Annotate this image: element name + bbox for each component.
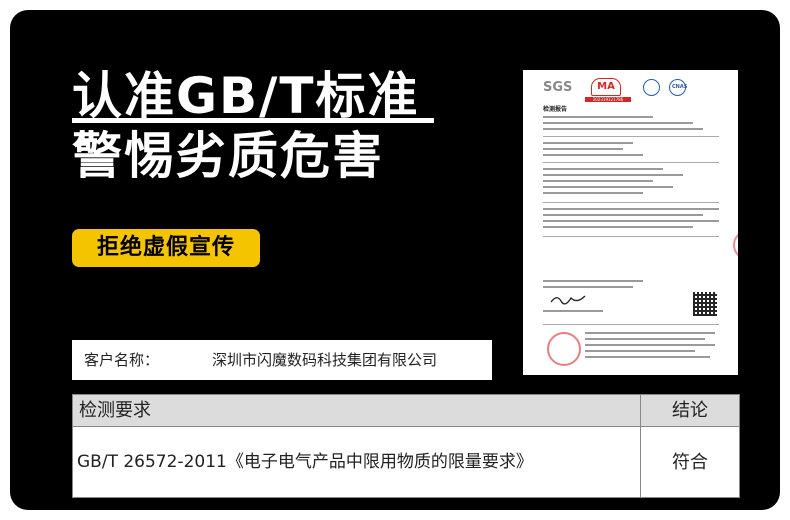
report-text-line: [585, 356, 710, 358]
headline-line-2: 警惕劣质危害: [72, 127, 384, 185]
report-text-line: [543, 142, 633, 144]
report-divider: [543, 324, 719, 325]
test-result-table: 检测要求 结论 GB/T 26572-2011《电子电气产品中限用物质的限量要求…: [72, 394, 740, 498]
report-text-line: [543, 180, 653, 182]
client-label: 客户名称：: [84, 351, 160, 369]
report-text-line: [543, 310, 603, 312]
headline-underline: [72, 118, 434, 123]
promo-card: 认准GB/T标准 警惕劣质危害 拒绝虚假宣传 客户名称： 深圳市闪魔数码科技集团…: [10, 10, 780, 510]
row-requirement: GB/T 26572-2011《电子电气产品中限用物质的限量要求》: [77, 452, 533, 472]
header-result: 结论: [672, 400, 708, 421]
report-text-line: [543, 154, 643, 156]
report-text-line: [543, 186, 673, 188]
ilac-logo-icon: [643, 79, 660, 96]
report-text-line: [543, 208, 719, 210]
report-divider: [543, 162, 719, 163]
report-text-line: [543, 214, 703, 216]
stamp-seal-icon: [547, 332, 581, 366]
qr-code-icon: [693, 292, 717, 316]
ma-number: 202319121786: [585, 97, 631, 102]
slogan-badge: 拒绝虚假宣传: [72, 229, 260, 267]
test-report-image: SGS MA 202319121786 CNAS 检测报告: [523, 70, 738, 375]
sgs-logo: SGS: [543, 80, 573, 95]
cnas-logo-text: CNAS: [672, 84, 688, 90]
report-divider: [543, 136, 719, 137]
report-divider: [543, 202, 719, 203]
report-divider: [543, 236, 719, 237]
report-text-line: [585, 338, 705, 340]
signature-icon: [550, 295, 586, 305]
certificate-logos: SGS MA 202319121786 CNAS: [543, 78, 723, 102]
report-text-line: [543, 286, 633, 288]
report-text-line: [543, 192, 643, 194]
report-text-line: [543, 116, 653, 118]
client-value: 深圳市闪魔数码科技集团有限公司: [212, 351, 438, 369]
headline-line-1: 认准GB/T标准: [72, 67, 420, 125]
report-text-line: [543, 226, 693, 228]
report-text-line: [585, 344, 715, 346]
ma-logo: MA: [591, 78, 621, 96]
stamp-seal-icon: [733, 230, 738, 260]
report-text-line: [543, 122, 693, 124]
report-text-line: [543, 128, 703, 130]
client-name-box: 客户名称： 深圳市闪魔数码科技集团有限公司: [72, 340, 492, 380]
report-text-line: [585, 332, 715, 334]
report-text-line: [543, 220, 719, 222]
report-text-line: [543, 174, 683, 176]
header-requirement: 检测要求: [79, 400, 151, 421]
report-text-line: [543, 280, 643, 282]
report-text-line: [543, 168, 663, 170]
report-text-line: [543, 148, 623, 150]
report-text-line: [585, 350, 695, 352]
row-result: 符合: [672, 452, 708, 473]
report-title: 检测报告: [543, 106, 568, 113]
